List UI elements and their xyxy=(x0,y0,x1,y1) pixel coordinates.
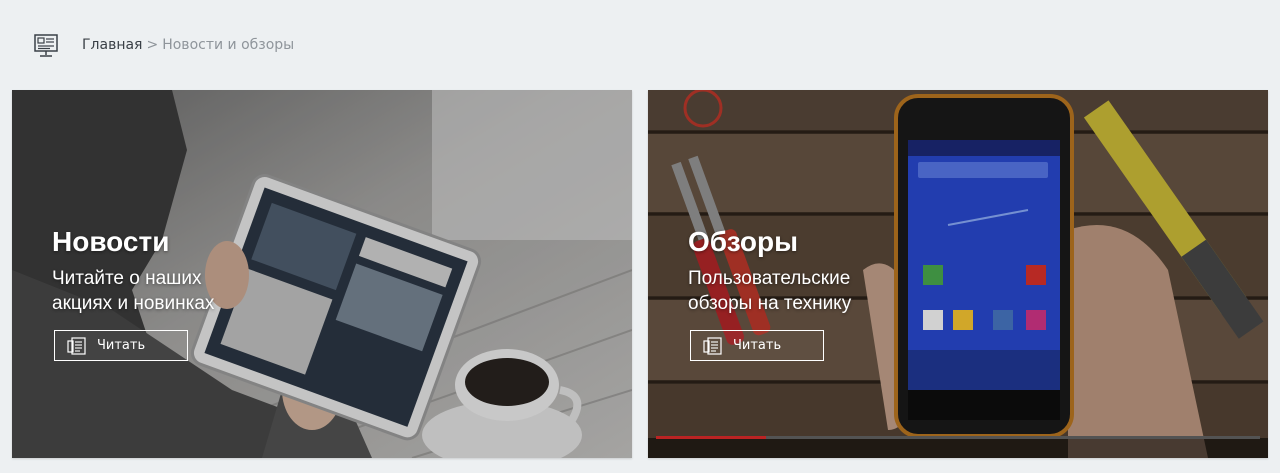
reviews-card-subtitle: Пользовательские обзоры на технику xyxy=(688,266,988,316)
news-card-subtitle-line-1: Читайте о наших xyxy=(52,268,202,289)
news-card-title: Новости xyxy=(52,226,170,257)
breadcrumb-bar: Главная > Новости и обзоры xyxy=(0,0,1280,90)
reviews-card-subtitle-line-2: обзоры на технику xyxy=(688,293,852,314)
breadcrumb-home-link[interactable]: Главная xyxy=(82,37,142,53)
reviews-read-button-label: Читать xyxy=(733,338,782,353)
breadcrumb-current: Новости и обзоры xyxy=(162,37,295,53)
breadcrumb: Главная > Новости и обзоры xyxy=(82,36,294,54)
news-read-button-label: Читать xyxy=(97,338,146,353)
news-read-button[interactable]: Читать xyxy=(54,330,188,361)
reviews-card[interactable]: Обзоры Пользовательские обзоры на техник… xyxy=(648,90,1268,458)
reviews-card-subtitle-line-1: Пользовательские xyxy=(688,268,851,289)
news-board-icon xyxy=(34,34,58,57)
news-card-subtitle: Читайте о наших акциях и новинках xyxy=(52,266,352,316)
reviews-card-title: Обзоры xyxy=(688,226,799,257)
reviews-read-button[interactable]: Читать xyxy=(690,330,824,361)
news-card[interactable]: Новости Читайте о наших акциях и новинка… xyxy=(12,90,632,458)
news-card-subtitle-line-2: акциях и новинках xyxy=(52,293,215,314)
breadcrumb-separator: > xyxy=(146,37,159,53)
document-list-icon xyxy=(703,336,722,355)
document-list-icon xyxy=(67,336,86,355)
